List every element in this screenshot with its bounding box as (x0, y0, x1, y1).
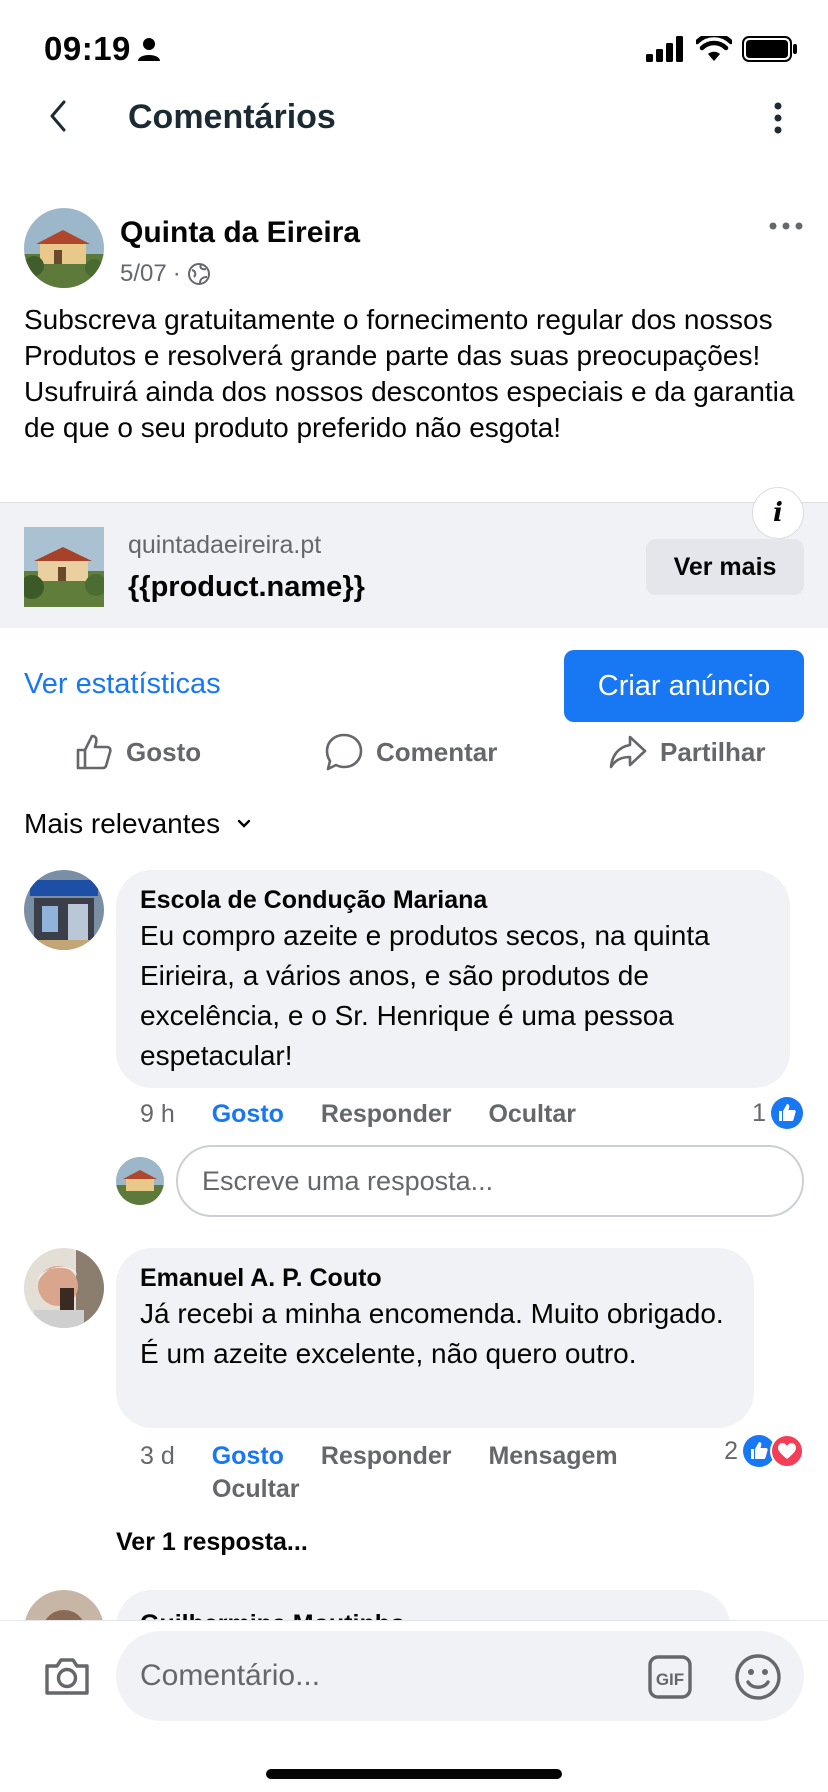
share-label: Partilhar (660, 736, 766, 767)
post-text: Subscreva gratuitamente o fornecimento r… (24, 304, 795, 443)
more-options-icon[interactable] (768, 218, 804, 234)
commenter-name[interactable]: Escola de Condução Mariana (140, 884, 766, 916)
comment-label: Comentar (376, 736, 498, 767)
status-indicators (646, 36, 798, 62)
share-arrow-icon (609, 735, 647, 769)
post-meta: 5/07 · (120, 260, 211, 288)
meta-separator: · (172, 260, 181, 287)
info-icon[interactable]: i (752, 487, 804, 539)
speech-bubble-icon (325, 733, 363, 771)
post-action-bar: Gosto Comentar Partilhar (0, 732, 828, 784)
comment-reply-button[interactable]: Responder (321, 1440, 452, 1473)
comment-time[interactable]: 3 d (140, 1440, 175, 1473)
comment-hide-button[interactable]: Ocultar (488, 1100, 576, 1129)
comment-input[interactable]: Comentário... GIF (116, 1631, 804, 1721)
comment-reactions[interactable]: 2 (724, 1434, 804, 1468)
comment-composer: Comentário... GIF (0, 1620, 828, 1792)
comment-input-placeholder: Comentário... (140, 1659, 321, 1692)
like-button[interactable]: Gosto (74, 732, 201, 772)
create-ad-button[interactable]: Criar anúncio (564, 650, 804, 722)
thumbs-up-icon (76, 734, 112, 770)
camera-icon[interactable] (42, 1651, 92, 1701)
comment-reply-button[interactable]: Responder (321, 1100, 452, 1129)
reply-row: Escreve uma resposta... (0, 1145, 828, 1217)
battery-icon (742, 36, 797, 62)
commenter-name[interactable]: Emanuel A. P. Couto (140, 1262, 730, 1294)
gif-label: GIF (656, 1670, 684, 1689)
commenter-avatar[interactable] (24, 870, 104, 950)
comment-actions: 9 h Gosto Responder Ocultar (140, 1100, 606, 1129)
chevron-down-icon (237, 819, 251, 828)
reply-input[interactable]: Escreve uma resposta... (176, 1145, 804, 1217)
comment-item: Escola de Condução Mariana Eu compro aze… (0, 870, 828, 1100)
reaction-count: 2 (724, 1436, 738, 1465)
post-date[interactable]: 5/07 (120, 260, 167, 288)
comment-text: Eu compro azeite e produtos secos, na qu… (140, 920, 710, 1071)
kebab-icon[interactable] (768, 98, 788, 138)
page-title: Comentários (128, 98, 336, 136)
view-insights-link[interactable]: Ver estatísticas (24, 668, 221, 701)
sort-label: Mais relevantes (24, 808, 221, 839)
link-preview-card[interactable]: quintadaeireira.pt {{product.name}} Ver … (0, 487, 828, 628)
my-avatar (116, 1157, 164, 1205)
app-header: Comentários (0, 86, 828, 146)
chevron-left-icon[interactable] (40, 96, 76, 136)
like-reaction-icon (771, 1097, 803, 1129)
ver-mais-button[interactable]: Ver mais (646, 539, 804, 595)
link-thumbnail (24, 527, 104, 607)
status-bar: 09:19 (0, 0, 828, 100)
post-author[interactable]: Quinta da Eireira (120, 216, 360, 250)
comment-message-button[interactable]: Mensagem (488, 1440, 617, 1473)
commenter-avatar[interactable] (24, 1248, 104, 1328)
comment-reactions[interactable]: 1 (752, 1096, 804, 1130)
view-replies-link[interactable]: Ver 1 resposta... (116, 1528, 308, 1557)
comment-actions: 3 d Gosto Responder Mensagem Ocultar (140, 1440, 660, 1506)
comment-button[interactable]: Comentar (324, 732, 497, 772)
link-domain: quintadaeireira.pt (128, 531, 322, 559)
comment-text: Já recebi a minha encomenda. Muito obrig… (140, 1298, 724, 1369)
status-time: 09:19 (44, 30, 131, 67)
post-header: Quinta da Eireira 5/07 · (24, 208, 804, 292)
share-button[interactable]: Partilhar (608, 732, 766, 772)
comment-bubble[interactable]: Escola de Condução Mariana Eu compro aze… (116, 870, 790, 1088)
comment-sort-dropdown[interactable]: Mais relevantes (24, 808, 252, 840)
like-label: Gosto (126, 736, 202, 767)
home-indicator (266, 1769, 562, 1779)
page-avatar[interactable] (24, 208, 104, 288)
cellular-signal-icon (646, 36, 683, 62)
wifi-icon (696, 36, 732, 61)
comment-bubble[interactable]: Emanuel A. P. Couto Já recebi a minha en… (116, 1248, 754, 1428)
smiley-icon[interactable] (734, 1653, 782, 1701)
link-title: {{product.name}} (128, 571, 365, 603)
love-reaction-icon (770, 1434, 804, 1468)
comment-like-button[interactable]: Gosto (212, 1100, 284, 1129)
comment-time[interactable]: 9 h (140, 1100, 175, 1129)
person-icon (138, 38, 160, 61)
comment-like-button[interactable]: Gosto (212, 1440, 284, 1473)
comment-item: Emanuel A. P. Couto Já recebi a minha en… (0, 1248, 828, 1428)
gif-icon[interactable]: GIF (648, 1655, 692, 1699)
globe-icon (187, 263, 210, 285)
comment-hide-button[interactable]: Ocultar (212, 1473, 300, 1506)
reaction-count: 1 (752, 1098, 766, 1127)
